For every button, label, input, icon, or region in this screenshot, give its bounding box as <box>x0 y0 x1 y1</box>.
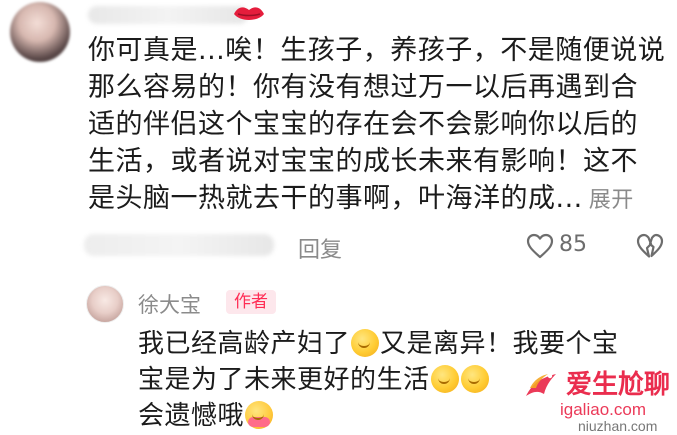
shy-smile-emoji-icon <box>351 329 380 357</box>
reply-line: 我已经高龄产妇了 又是离异！我要个宝 <box>138 326 658 362</box>
comment-line: 适的伴侣这个宝宝的存在会不会影响你以后的 <box>88 109 638 140</box>
expand-link[interactable]: 展开 <box>589 188 634 213</box>
shy-smile-emoji-icon <box>460 365 489 393</box>
reply-line-text: 又是离异！我要个宝 <box>380 329 619 359</box>
reply-avatar[interactable] <box>86 285 124 323</box>
comment-line: 那么容易的！你有没有想过万一以后再遇到合 <box>88 72 638 103</box>
reply-line-text: 我已经高龄产妇了 <box>138 329 351 359</box>
reply-line: 宝是为了未来更好的生活 <box>138 362 658 398</box>
reply-button[interactable]: 回复 <box>298 232 342 264</box>
comment-screen: 你可真是...唉！生孩子，养孩子，不是随便说说 那么容易的！你有没有想过万一以后… <box>0 0 677 435</box>
comment-line: 你可真是...唉！生孩子，养孩子，不是随便说说 <box>88 35 666 66</box>
blurred-username[interactable] <box>88 6 248 24</box>
like-count: 85 <box>559 232 587 257</box>
lips-icon <box>234 7 264 20</box>
shy-smile-emoji-icon <box>430 365 459 393</box>
avatar[interactable] <box>10 2 70 62</box>
blurred-timestamp <box>84 234 274 256</box>
heart-outline-icon[interactable] <box>526 233 554 259</box>
hug-emoji-icon <box>245 401 274 429</box>
comment-line-text: 是头脑一热就去干的事啊，叶海洋的成... <box>88 183 583 214</box>
broken-heart-icon[interactable] <box>636 233 664 259</box>
reply-line-text: 会遗憾哦 <box>138 401 245 431</box>
author-badge: 作者 <box>226 290 276 314</box>
comment-line: 生活，或者说对宝宝的成长未来有影响！这不 <box>88 146 638 177</box>
reply-line: 会遗憾哦 <box>138 398 658 434</box>
comment-text: 你可真是...唉！生孩子，养孩子，不是随便说说 那么容易的！你有没有想过万一以后… <box>88 32 666 219</box>
comment-line-last: 是头脑一热就去干的事啊，叶海洋的成... 展开 <box>88 180 658 219</box>
reply-line-text: 宝是为了未来更好的生活 <box>138 365 430 395</box>
reply-text: 我已经高龄产妇了 又是离异！我要个宝 宝是为了未来更好的生活 会遗憾哦 <box>138 326 658 434</box>
reply-username[interactable]: 徐大宝 <box>138 289 201 319</box>
